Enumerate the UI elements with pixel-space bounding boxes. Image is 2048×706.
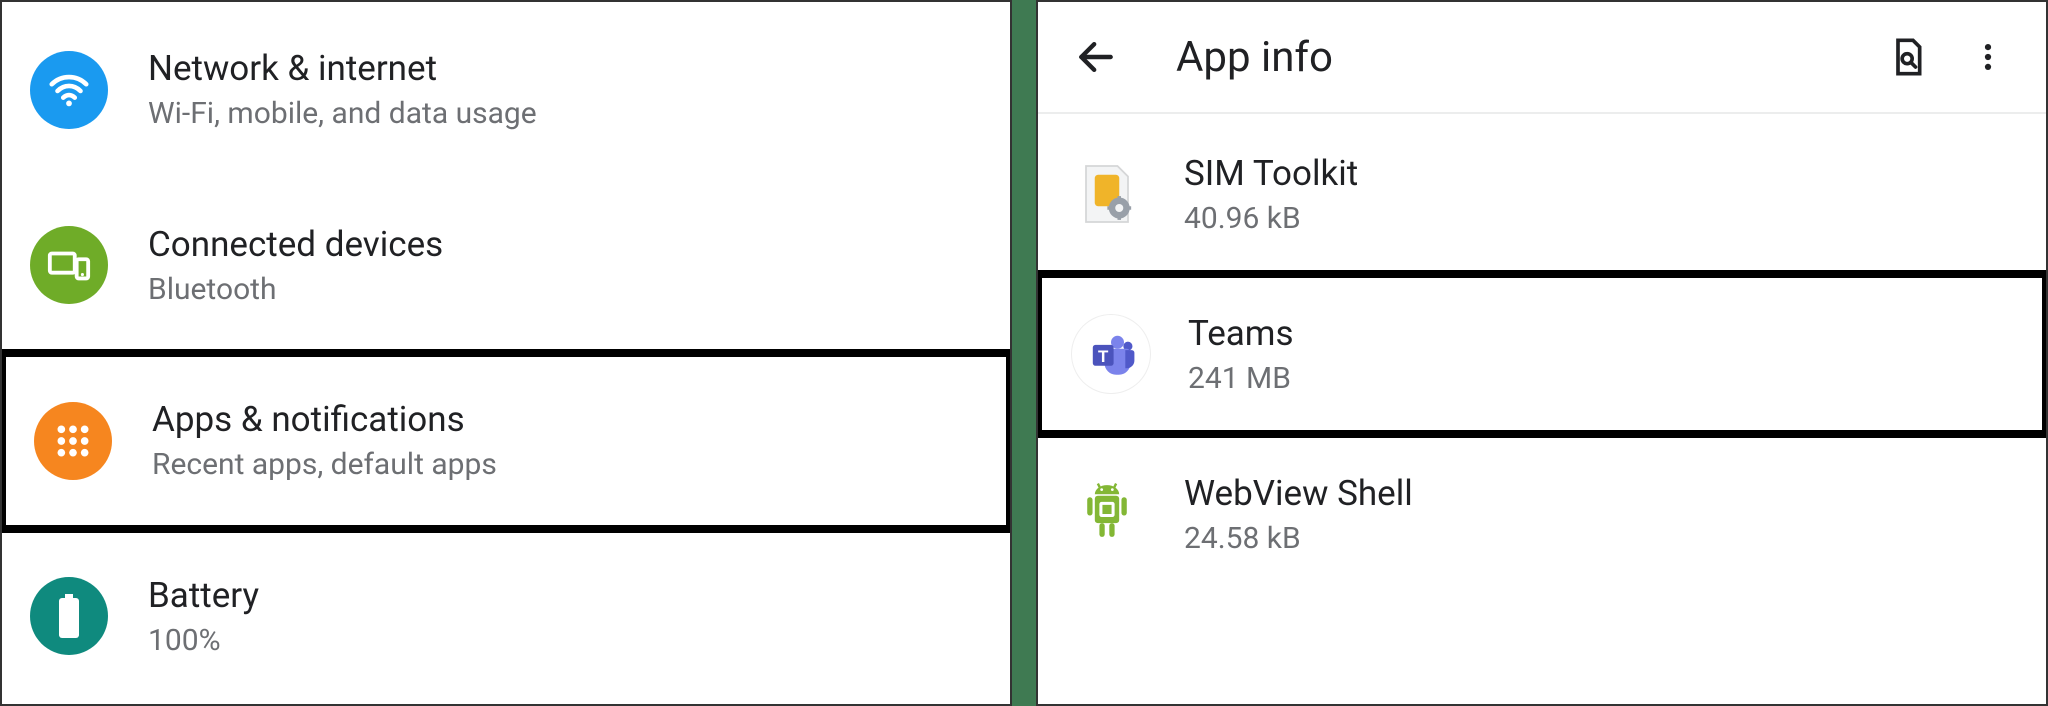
app-name: SIM Toolkit (1184, 153, 1358, 195)
settings-panel: Network & internet Wi-Fi, mobile, and da… (0, 0, 1012, 706)
settings-item-title: Battery (148, 575, 259, 617)
settings-item-subtitle: Recent apps, default apps (152, 447, 497, 482)
app-name: Teams (1188, 313, 1294, 355)
overflow-menu-button[interactable] (1960, 29, 2016, 85)
devices-icon (30, 226, 108, 304)
back-button[interactable] (1068, 29, 1124, 85)
panel-divider (1012, 0, 1036, 706)
app-row-sim-toolkit[interactable]: SIM Toolkit 40.96 kB (1038, 114, 2046, 274)
page-title: App info (1176, 33, 1856, 82)
settings-item-connected-devices[interactable]: Connected devices Bluetooth (2, 178, 1010, 354)
app-row-webview-shell[interactable]: WebView Shell 24.58 kB (1038, 434, 2046, 594)
app-size: 24.58 kB (1184, 521, 1413, 556)
battery-icon (30, 577, 108, 655)
app-list: SIM Toolkit 40.96 kB T (1038, 114, 2046, 704)
search-in-page-icon (1888, 37, 1928, 77)
app-row-teams[interactable]: T Teams 241 MB (1036, 270, 2048, 438)
settings-list: Network & internet Wi-Fi, mobile, and da… (2, 2, 1010, 704)
teams-icon: T (1072, 315, 1150, 393)
app-info-header: App info (1038, 2, 2046, 114)
app-info-panel: App info (1036, 0, 2048, 706)
app-size: 40.96 kB (1184, 201, 1358, 236)
settings-item-title: Network & internet (148, 48, 537, 90)
settings-item-battery[interactable]: Battery 100% (2, 529, 1010, 705)
android-robot-icon (1068, 475, 1146, 553)
settings-item-apps-notifications[interactable]: Apps & notifications Recent apps, defaul… (0, 349, 1012, 533)
wifi-icon (30, 51, 108, 129)
settings-item-subtitle: Bluetooth (148, 272, 443, 307)
settings-item-title: Apps & notifications (152, 399, 497, 441)
app-size: 241 MB (1188, 361, 1294, 396)
settings-item-network[interactable]: Network & internet Wi-Fi, mobile, and da… (2, 2, 1010, 178)
sim-card-icon (1068, 155, 1146, 233)
more-vertical-icon (1971, 40, 2005, 74)
arrow-left-icon (1074, 35, 1118, 79)
svg-text:T: T (1098, 347, 1109, 366)
settings-item-subtitle: 100% (148, 623, 259, 658)
search-button[interactable] (1880, 29, 1936, 85)
app-name: WebView Shell (1184, 473, 1413, 515)
settings-item-title: Connected devices (148, 224, 443, 266)
apps-grid-icon (34, 402, 112, 480)
settings-item-subtitle: Wi-Fi, mobile, and data usage (148, 96, 537, 131)
